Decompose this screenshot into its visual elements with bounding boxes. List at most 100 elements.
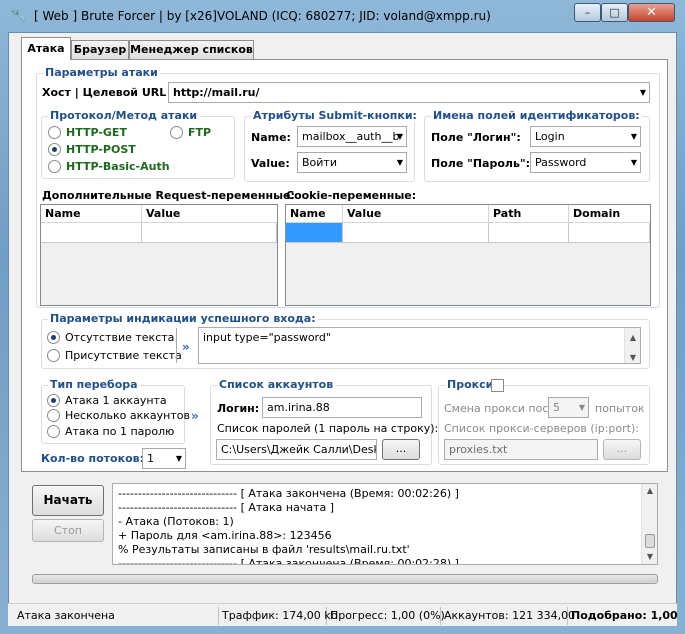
log-line: - Атака (Потоков: 1) (118, 515, 234, 528)
scrollbar[interactable]: ▲ ▼ (624, 328, 640, 363)
proxy-list-browse-button[interactable]: ... (603, 439, 641, 460)
scroll-thumb[interactable] (645, 534, 655, 548)
radio-text-present[interactable] (47, 349, 60, 362)
proxy-list-label: Список прокси-серверов (ip:port): (444, 422, 639, 435)
single-account-label: Атака 1 аккаунта (65, 394, 167, 407)
login-field-combo[interactable]: Login ▼ (530, 126, 641, 147)
scroll-up-icon[interactable]: ▲ (642, 486, 657, 495)
proxy-list-input[interactable]: proxies.txt (444, 439, 598, 460)
submit-name-value: mailbox__auth__b (302, 130, 400, 143)
protocol-title: Протокол/Метод атаки (48, 109, 200, 122)
brute-type-title: Тип перебора (48, 378, 140, 391)
grid-cell[interactable] (41, 223, 142, 243)
grid-cell[interactable] (489, 223, 569, 243)
submit-value-value: Войти (302, 156, 337, 169)
radio-ftp[interactable] (170, 126, 183, 139)
grid-cell-selected[interactable] (286, 223, 343, 243)
chevron-down-icon: ▼ (396, 158, 403, 167)
submit-attrs-title: Атрибуты Submit-кнопки: (251, 109, 419, 122)
grid-cell[interactable] (142, 223, 277, 243)
status-progress: Прогресс: 1,00 (0%) (327, 607, 445, 625)
divider (176, 328, 177, 363)
chevron-down-icon: ▼ (630, 158, 637, 167)
account-login-label: Логин: (217, 402, 260, 415)
password-field-combo[interactable]: Password ▼ (530, 152, 641, 173)
tab-list-manager[interactable]: Менеджер списков (129, 40, 254, 60)
password-field-value: Password (535, 156, 587, 169)
progress-bar (32, 574, 658, 584)
text-absent-label: Отсутствие текста (65, 331, 175, 344)
grid-header: Name Value Path Domain (286, 205, 650, 223)
password-list-input[interactable]: C:\Users\Джейк Салли\Desktop (216, 439, 377, 460)
radio-text-absent[interactable] (47, 331, 60, 344)
proxy-enable-checkbox[interactable] (491, 379, 504, 392)
login-field-value: Login (535, 130, 565, 143)
column-header-value[interactable]: Value (343, 205, 489, 223)
scroll-down-icon[interactable]: ▼ (642, 552, 657, 561)
account-login-input[interactable]: am.irina.88 (262, 397, 422, 418)
log-line: + Пароль для <am.irina.88>: 123456 (118, 529, 332, 542)
proxy-rotate-value: 5 (553, 401, 560, 414)
radio-single-password[interactable] (47, 425, 60, 438)
app-icon: 🔧 (10, 8, 28, 24)
success-text: input type="password" (203, 331, 331, 344)
status-state: Атака закончена (14, 607, 219, 625)
log-line: ------------------------------ [ Атака з… (118, 487, 459, 500)
request-vars-grid[interactable]: Name Value (40, 204, 278, 306)
radio-http-post[interactable] (48, 143, 61, 156)
request-vars-title: Дополнительные Request-переменные: (42, 189, 295, 202)
radio-multiple-accounts[interactable] (47, 409, 60, 422)
radio-http-basic-auth[interactable] (48, 160, 61, 173)
submit-name-combo[interactable]: mailbox__auth__b ▼ (297, 126, 407, 147)
status-accounts: Аккаунтов: 121 334,00 (441, 607, 575, 625)
tab-browser[interactable]: Браузер (71, 40, 129, 60)
column-header-name[interactable]: Name (286, 205, 343, 223)
close-button[interactable]: ✕ (628, 3, 675, 22)
title-bar[interactable]: 🔧 [ Web ] Brute Forcer | by [x26]VOLAND … (0, 0, 685, 32)
tab-attack[interactable]: Атака (21, 37, 71, 60)
password-field-label: Поле "Пароль": (431, 157, 531, 170)
log-line: ------------------------------ [ Атака н… (118, 501, 335, 514)
radio-single-account[interactable] (47, 394, 60, 407)
host-url-value: http://mail.ru/ (173, 86, 260, 99)
status-bar: Атака закончена Траффик: 174,00 kb Прогр… (8, 603, 678, 626)
grid-cell[interactable] (343, 223, 489, 243)
log-line: % Результаты записаны в файл 'results\ma… (118, 543, 410, 556)
column-header-name[interactable]: Name (41, 205, 142, 223)
text-present-label: Присутствие текста (65, 349, 182, 362)
proxy-list-value: proxies.txt (449, 443, 508, 456)
proxy-rotate-combo[interactable]: 5 ▼ (548, 397, 589, 418)
start-button[interactable]: Начать (32, 485, 104, 516)
threads-value: 1 (147, 452, 154, 465)
submit-value-combo[interactable]: Войти ▼ (297, 152, 407, 173)
stop-button[interactable]: Стоп (32, 519, 104, 542)
http-basic-auth-label: HTTP-Basic-Auth (66, 160, 170, 173)
single-password-label: Атака по 1 паролю (65, 425, 175, 438)
success-title: Параметры индикации успешного входа: (48, 312, 318, 325)
log-area[interactable]: ------------------------------ [ Атака з… (112, 483, 658, 565)
proxy-rotate-suffix: попыток (595, 402, 645, 415)
double-arrow-icon: » (191, 409, 199, 423)
scroll-down-icon[interactable]: ▼ (625, 348, 640, 363)
log-line: ------------------------------ [ Атака з… (118, 557, 459, 565)
account-login-value: am.irina.88 (267, 401, 330, 414)
column-header-path[interactable]: Path (489, 205, 569, 223)
host-url-combo[interactable]: http://mail.ru/ ▼ (168, 82, 650, 103)
password-list-browse-button[interactable]: ... (382, 439, 420, 460)
http-post-label: HTTP-POST (66, 143, 136, 156)
minimize-button[interactable]: – (574, 3, 601, 22)
maximize-button[interactable]: □ (601, 3, 628, 22)
grid-cell[interactable] (569, 223, 650, 243)
success-text-area[interactable]: input type="password" ▲ ▼ (198, 327, 641, 364)
threads-combo[interactable]: 1 ▼ (142, 448, 186, 469)
proxy-rotate-label: Смена прокси после (444, 402, 563, 415)
submit-value-label: Value: (251, 157, 290, 170)
log-scrollbar[interactable]: ▲ ▼ (641, 484, 657, 564)
column-header-value[interactable]: Value (142, 205, 277, 223)
proxy-title: Прокси (445, 378, 496, 391)
multiple-accounts-label: Несколько аккаунтов (65, 409, 190, 422)
scroll-up-icon[interactable]: ▲ (625, 328, 640, 347)
cookie-vars-grid[interactable]: Name Value Path Domain (285, 204, 651, 306)
column-header-domain[interactable]: Domain (569, 205, 650, 223)
radio-http-get[interactable] (48, 126, 61, 139)
